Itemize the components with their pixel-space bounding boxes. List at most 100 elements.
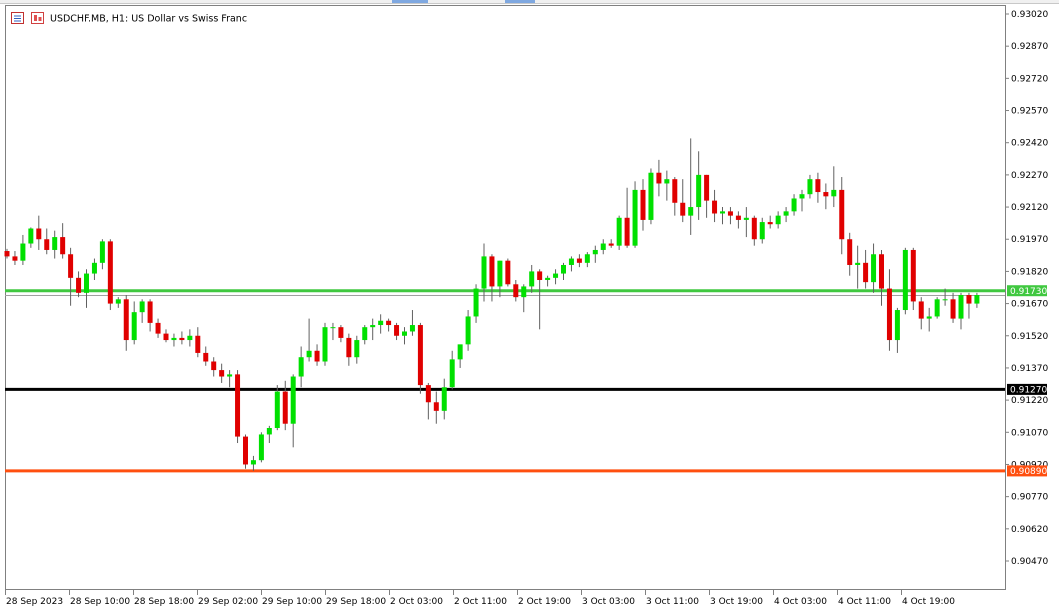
bear-candle-body bbox=[147, 301, 153, 323]
candle bbox=[505, 258, 511, 287]
bull-candle-body bbox=[258, 434, 264, 461]
bull-candle-body bbox=[266, 428, 272, 435]
y-tick-label: 0.92870 bbox=[1011, 42, 1048, 52]
y-tick-label: 0.91070 bbox=[1011, 428, 1048, 438]
y-tick-label: 0.92420 bbox=[1011, 139, 1048, 149]
candle bbox=[258, 432, 264, 463]
bear-candle-body bbox=[394, 325, 400, 336]
y-tick-label: 0.91670 bbox=[1011, 300, 1048, 310]
bear-candle-body bbox=[76, 277, 82, 293]
x-tick-label: 29 Sep 02:00 bbox=[198, 597, 258, 607]
bull-candle-body bbox=[298, 357, 304, 377]
bear-candle-body bbox=[68, 254, 74, 278]
bear-candle-body bbox=[712, 200, 718, 214]
toolbar-tab[interactable] bbox=[505, 0, 535, 3]
bear-candle-body bbox=[918, 301, 924, 319]
bear-candle-body bbox=[203, 352, 209, 362]
bear-candle-body bbox=[433, 402, 439, 411]
bull-candle-body bbox=[28, 228, 34, 244]
bull-candle-body bbox=[934, 299, 940, 317]
x-tick-label: 29 Sep 18:00 bbox=[326, 597, 386, 607]
candle bbox=[235, 370, 241, 444]
x-tick-label: 2 Oct 03:00 bbox=[390, 597, 443, 607]
bear-candle-body bbox=[489, 256, 495, 287]
bear-candle-body bbox=[640, 189, 646, 220]
bull-candle-body bbox=[568, 258, 574, 265]
candle bbox=[107, 239, 113, 311]
bear-candle-body bbox=[966, 295, 972, 304]
candle bbox=[910, 247, 916, 311]
bull-candle-body bbox=[409, 325, 415, 332]
bull-candle-body bbox=[791, 198, 797, 212]
bull-candle-body bbox=[481, 256, 487, 289]
bull-candle-body bbox=[131, 312, 137, 341]
x-tick-label: 3 Oct 11:00 bbox=[646, 597, 699, 607]
bull-candle-body bbox=[902, 249, 908, 311]
y-tick-label: 0.92120 bbox=[1011, 203, 1048, 213]
y-tick-label: 0.93020 bbox=[1011, 10, 1048, 20]
y-tick-label: 0.91820 bbox=[1011, 267, 1048, 277]
bear-candle-body bbox=[211, 361, 217, 371]
bear-candle-body bbox=[886, 288, 892, 341]
chart-properties-icon[interactable] bbox=[11, 12, 24, 24]
toolbar-tab[interactable] bbox=[392, 0, 428, 3]
bull-candle-body bbox=[926, 316, 932, 319]
bull-candle-body bbox=[227, 374, 233, 377]
candle bbox=[322, 322, 328, 366]
x-tick-label: 4 Oct 11:00 bbox=[838, 597, 891, 607]
bull-candle-body bbox=[743, 217, 749, 220]
bull-candle-body bbox=[402, 331, 407, 336]
bear-candle-body bbox=[751, 217, 757, 240]
bull-candle-body bbox=[807, 179, 813, 195]
bear-candle-body bbox=[847, 239, 853, 265]
x-tick-label: 2 Oct 11:00 bbox=[454, 597, 507, 607]
y-tick-label: 0.91970 bbox=[1011, 235, 1048, 245]
bull-candle-body bbox=[529, 271, 535, 287]
bear-candle-body bbox=[608, 243, 614, 246]
bear-candle-body bbox=[243, 436, 248, 465]
bull-candle-body bbox=[441, 387, 447, 411]
bear-candle-body bbox=[338, 327, 344, 338]
candle bbox=[632, 181, 638, 248]
candle bbox=[902, 247, 908, 315]
bear-candle-body bbox=[863, 262, 869, 283]
bear-candle-body bbox=[680, 202, 686, 216]
bull-candle-body bbox=[84, 273, 89, 293]
x-tick-label: 3 Oct 03:00 bbox=[582, 597, 635, 607]
x-tick-label: 4 Oct 03:00 bbox=[774, 597, 827, 607]
plot-area bbox=[5, 5, 1006, 590]
bear-candle-body bbox=[155, 322, 161, 334]
price-chart[interactable]: 0.93020 0.92870 0.92720 0.92570 0.92420 0.922… bbox=[0, 0, 1059, 614]
bull-candle-body bbox=[648, 172, 654, 220]
bull-candle-body bbox=[553, 273, 559, 278]
bull-candle-body bbox=[775, 215, 781, 225]
bear-candle-body bbox=[60, 237, 66, 255]
bull-candle-body bbox=[457, 344, 463, 360]
trading-signals-icon[interactable] bbox=[31, 12, 44, 24]
bull-candle-body bbox=[584, 254, 590, 263]
bear-candle-body bbox=[505, 260, 511, 285]
x-tick-label: 2 Oct 19:00 bbox=[518, 597, 571, 607]
bull-candle-body bbox=[871, 254, 877, 283]
bear-candle-body bbox=[576, 258, 582, 263]
y-tick-label: 0.92570 bbox=[1011, 107, 1048, 117]
bull-candle-body bbox=[942, 299, 948, 301]
bear-candle-body bbox=[735, 215, 741, 220]
bull-candle-body bbox=[91, 262, 97, 274]
bull-candle-body bbox=[370, 325, 376, 328]
bull-candle-body bbox=[600, 243, 606, 250]
candle bbox=[616, 215, 622, 250]
price-tags: 0.91730 0.91270 0.90890 bbox=[1007, 285, 1047, 477]
y-tick-label: 0.92720 bbox=[1011, 74, 1048, 84]
bear-candle-body bbox=[839, 189, 845, 240]
bear-candle-body bbox=[4, 251, 10, 257]
bull-candle-body bbox=[99, 241, 105, 263]
bear-candle-body bbox=[123, 299, 129, 341]
price-tag-label: 0.91270 bbox=[1010, 386, 1047, 396]
x-tick-label: 4 Oct 19:00 bbox=[902, 597, 955, 607]
bear-candle-body bbox=[179, 337, 185, 341]
bear-candle-body bbox=[44, 239, 50, 250]
bear-candle-body bbox=[282, 391, 288, 424]
bear-candle-body bbox=[107, 241, 113, 304]
x-tick-label: 28 Sep 18:00 bbox=[134, 597, 194, 607]
